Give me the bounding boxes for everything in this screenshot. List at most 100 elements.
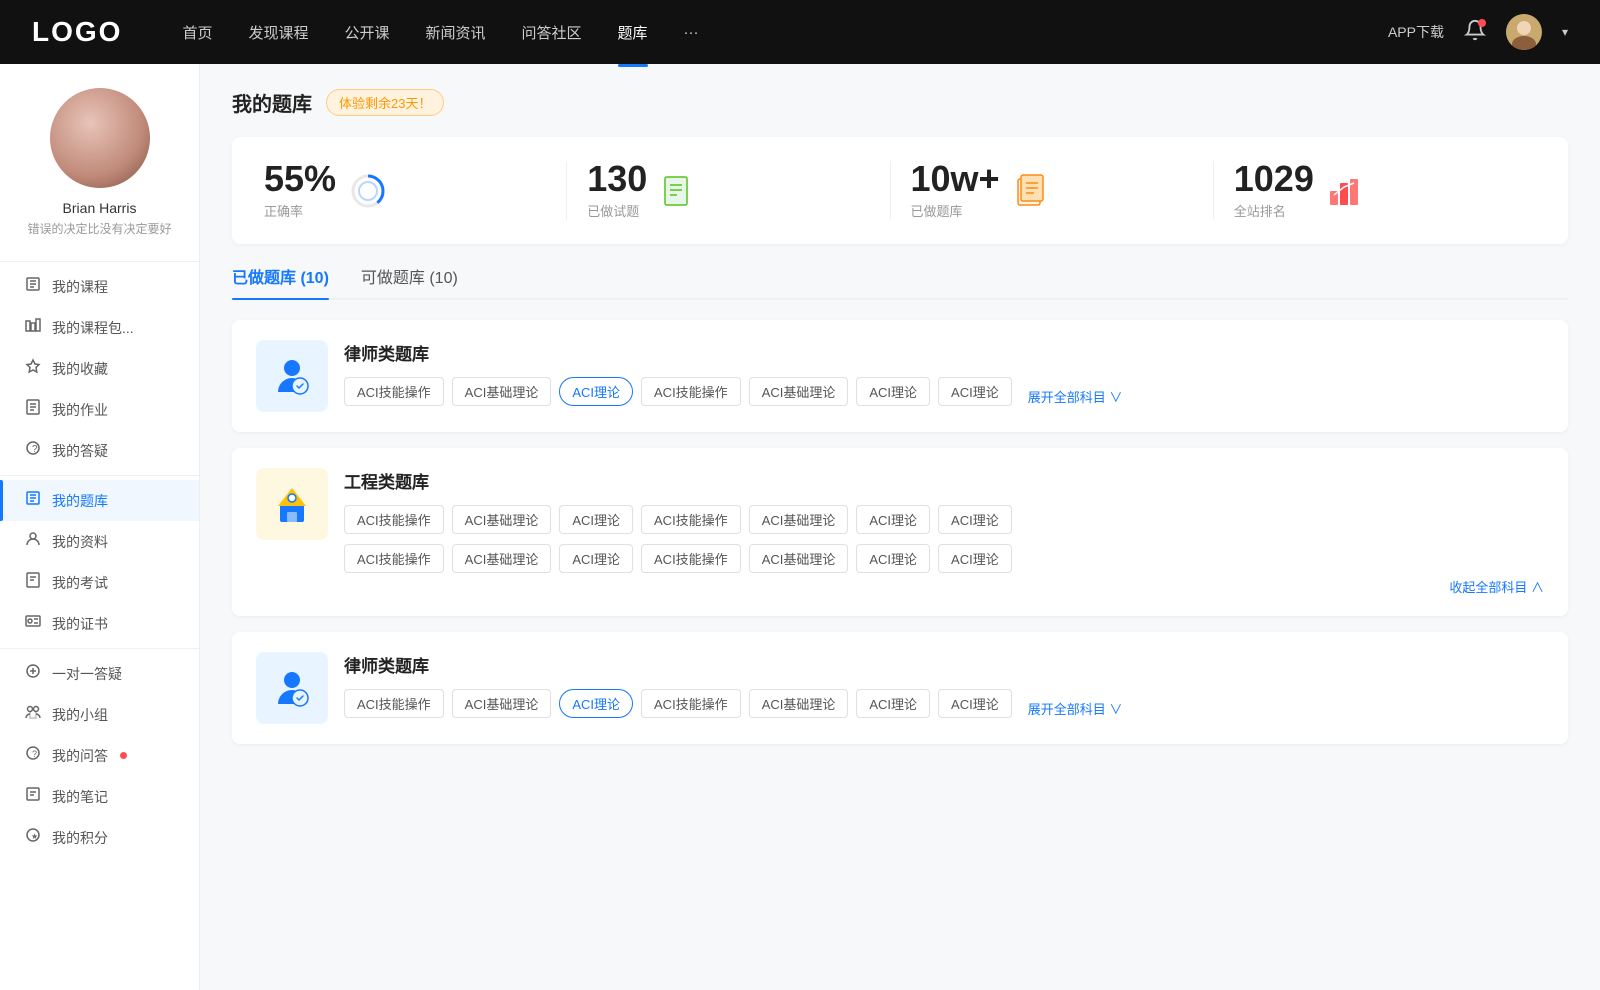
sidebar-item-notes[interactable]: 我的笔记 xyxy=(0,776,199,817)
stat-done-value: 130 xyxy=(587,161,647,197)
nav-item-more[interactable]: ··· xyxy=(684,20,699,45)
trial-badge: 体验剩余23天！ xyxy=(326,89,444,116)
navbar-right: APP下载 ▾ xyxy=(1388,14,1568,50)
navbar: LOGO 首页 发现课程 公开课 新闻资讯 问答社区 题库 ··· APP下载 xyxy=(0,0,1600,64)
sidebar-item-tutoring[interactable]: 一对一答疑 xyxy=(0,653,199,694)
sidebar-item-label: 我的考试 xyxy=(52,573,108,593)
bank-tag[interactable]: ACI理论 xyxy=(938,505,1012,534)
nav-menu: 首页 发现课程 公开课 新闻资讯 问答社区 题库 ··· xyxy=(182,18,1388,47)
stat-ranking: 1029 全站排名 xyxy=(1214,161,1536,220)
nav-item-news[interactable]: 新闻资讯 xyxy=(426,18,486,47)
bank-tag[interactable]: ACI理论 xyxy=(938,544,1012,573)
course-package-icon xyxy=(24,317,42,338)
bank-tag[interactable]: ACI理论 xyxy=(856,377,930,406)
notification-bell[interactable] xyxy=(1464,19,1486,46)
sidebar-item-label: 我的小组 xyxy=(52,705,108,725)
bank-expand-3[interactable]: 展开全部科目 ∨ xyxy=(1028,699,1123,718)
question-badge xyxy=(120,752,127,759)
done-questions-icon xyxy=(661,173,697,209)
sidebar-item-label: 我的资料 xyxy=(52,532,108,552)
bank-card-2: 工程类题库 ACI技能操作 ACI基础理论 ACI理论 ACI技能操作 ACI基… xyxy=(232,448,1568,616)
nav-item-questionbank[interactable]: 题库 xyxy=(618,18,648,47)
app-download-button[interactable]: APP下载 xyxy=(1388,22,1444,42)
bank-tag[interactable]: ACI技能操作 xyxy=(641,544,741,573)
nav-item-home[interactable]: 首页 xyxy=(182,18,212,47)
tab-available-banks[interactable]: 可做题库 (10) xyxy=(361,264,458,298)
nav-item-open-course[interactable]: 公开课 xyxy=(344,18,389,47)
stat-accuracy-label: 正确率 xyxy=(264,201,336,220)
sidebar-item-question-bank[interactable]: 我的题库 xyxy=(0,480,199,521)
bank-tag[interactable]: ACI基础理论 xyxy=(452,689,552,718)
sidebar-item-exam[interactable]: 我的考试 xyxy=(0,562,199,603)
bank-tag[interactable]: ACI理论 xyxy=(856,689,930,718)
sidebar-item-label: 我的作业 xyxy=(52,400,108,420)
user-dropdown-arrow[interactable]: ▾ xyxy=(1562,25,1568,39)
sidebar-item-homework[interactable]: 我的作业 xyxy=(0,389,199,430)
logo[interactable]: LOGO xyxy=(32,16,122,48)
sidebar-motto: 错误的决定比没有决定要好 xyxy=(11,220,187,237)
bank-icon-engineer xyxy=(256,468,328,540)
bank-tag[interactable]: ACI基础理论 xyxy=(452,505,552,534)
stat-done-label: 已做试题 xyxy=(587,201,647,220)
nav-item-courses[interactable]: 发现课程 xyxy=(248,18,308,47)
courses-icon xyxy=(24,276,42,297)
bank-tag[interactable]: ACI基础理论 xyxy=(452,377,552,406)
bank-collapse-2[interactable]: 收起全部科目 ∧ xyxy=(1449,577,1544,596)
bank-tag[interactable]: ACI技能操作 xyxy=(344,377,444,406)
sidebar-item-my-qa[interactable]: ? 我的答疑 xyxy=(0,430,199,471)
bank-expand-1[interactable]: 展开全部科目 ∨ xyxy=(1028,387,1123,406)
bank-tag[interactable]: ACI技能操作 xyxy=(641,505,741,534)
notification-dot xyxy=(1478,19,1486,27)
sidebar-item-label: 我的问答 xyxy=(52,746,108,766)
bank-tag[interactable]: ACI基础理论 xyxy=(749,689,849,718)
bank-tag[interactable]: ACI基础理论 xyxy=(749,505,849,534)
svg-text:?: ? xyxy=(32,444,38,455)
bank-tag[interactable]: ACI技能操作 xyxy=(344,505,444,534)
sidebar-item-favorites[interactable]: 我的收藏 xyxy=(0,348,199,389)
stat-done-banks: 10w+ 已做题库 xyxy=(891,161,1214,220)
stat-accuracy: 55% 正确率 xyxy=(264,161,567,220)
bank-tag[interactable]: ACI理论 xyxy=(938,377,1012,406)
bank-tag-active[interactable]: ACI理论 xyxy=(559,377,633,406)
bank-title-2: 工程类题库 xyxy=(344,468,1544,493)
tab-done-banks[interactable]: 已做题库 (10) xyxy=(232,264,329,298)
bank-icon-lawyer-1 xyxy=(256,340,328,412)
bank-icon-lawyer-3 xyxy=(256,652,328,724)
user-avatar[interactable] xyxy=(1506,14,1542,50)
sidebar-item-my-courses[interactable]: 我的课程 xyxy=(0,266,199,307)
bank-tag[interactable]: ACI技能操作 xyxy=(641,377,741,406)
stat-banks-value: 10w+ xyxy=(911,161,1000,197)
done-banks-icon xyxy=(1014,173,1050,209)
bank-tag-active[interactable]: ACI理论 xyxy=(559,689,633,718)
bank-tags-1: ACI技能操作 ACI基础理论 ACI理论 ACI技能操作 ACI基础理论 AC… xyxy=(344,377,1012,406)
bank-tag[interactable]: ACI技能操作 xyxy=(641,689,741,718)
bank-tag[interactable]: ACI技能操作 xyxy=(344,689,444,718)
stats-card: 55% 正确率 130 已做试题 xyxy=(232,137,1568,244)
bank-tag[interactable]: ACI基础理论 xyxy=(452,544,552,573)
sidebar-item-group[interactable]: 我的小组 xyxy=(0,694,199,735)
page-title: 我的题库 xyxy=(232,88,312,117)
sidebar-item-points[interactable]: ★ 我的积分 xyxy=(0,817,199,858)
bank-tag[interactable]: ACI理论 xyxy=(856,544,930,573)
tabs-row: 已做题库 (10) 可做题库 (10) xyxy=(232,264,1568,300)
sidebar-item-course-package[interactable]: 我的课程包... xyxy=(0,307,199,348)
bank-tag[interactable]: ACI基础理论 xyxy=(749,377,849,406)
bank-tag[interactable]: ACI基础理论 xyxy=(749,544,849,573)
bank-tag[interactable]: ACI理论 xyxy=(856,505,930,534)
bank-card-1: 律师类题库 ACI技能操作 ACI基础理论 ACI理论 ACI技能操作 ACI基… xyxy=(232,320,1568,432)
sidebar-item-profile[interactable]: 我的资料 xyxy=(0,521,199,562)
sidebar-username: Brian Harris xyxy=(63,200,137,216)
question-bank-icon xyxy=(24,490,42,511)
main-content: 我的题库 体验剩余23天！ 55% 正确率 xyxy=(200,64,1600,990)
bank-tag[interactable]: ACI理论 xyxy=(559,544,633,573)
sidebar-item-certificate[interactable]: 我的证书 xyxy=(0,603,199,644)
bank-tag[interactable]: ACI理论 xyxy=(938,689,1012,718)
notes-icon xyxy=(24,786,42,807)
stat-ranking-label: 全站排名 xyxy=(1234,201,1314,220)
nav-item-qa[interactable]: 问答社区 xyxy=(522,18,582,47)
favorites-icon xyxy=(24,358,42,379)
sidebar-item-my-questions[interactable]: ? 我的问答 xyxy=(0,735,199,776)
bank-tag[interactable]: ACI技能操作 xyxy=(344,544,444,573)
bank-tag[interactable]: ACI理论 xyxy=(559,505,633,534)
bank-actions-row-2: 收起全部科目 ∧ xyxy=(344,577,1544,596)
